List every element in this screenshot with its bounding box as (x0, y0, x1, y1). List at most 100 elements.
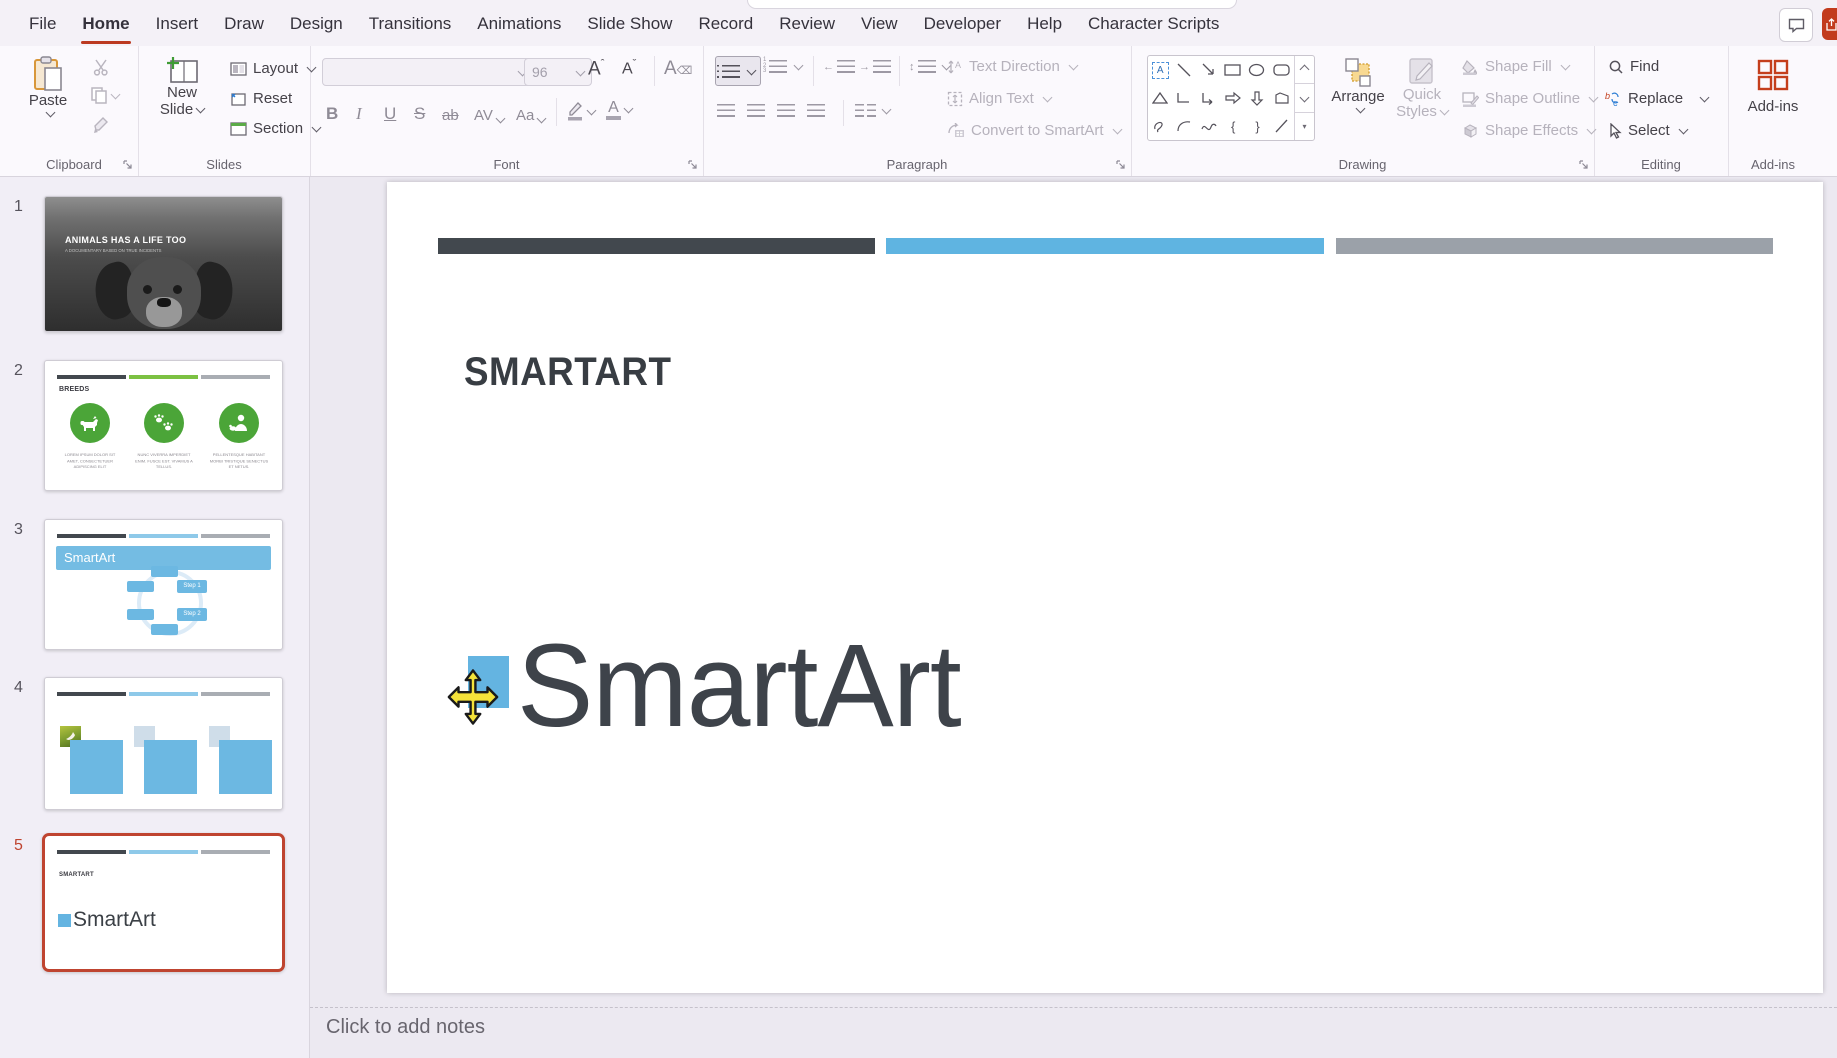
tab-view[interactable]: View (848, 0, 911, 46)
font-color-button[interactable]: A (606, 100, 632, 120)
shape-line-icon[interactable] (1172, 56, 1196, 84)
bold-button[interactable]: B (326, 100, 338, 124)
shape-outline-button[interactable]: Shape Outline (1461, 90, 1597, 107)
strikethrough-button[interactable]: S (414, 100, 425, 124)
shape-textbox-icon[interactable]: A (1148, 56, 1172, 84)
font-name-combobox[interactable] (322, 58, 534, 86)
section-button[interactable]: Section (230, 120, 320, 137)
font-size-combobox[interactable]: 96 (524, 58, 592, 86)
slide-body-text[interactable]: SmartArt (517, 622, 961, 752)
increase-font-size-button[interactable]: Aˆ (588, 58, 604, 80)
shape-triangle-icon[interactable] (1148, 84, 1172, 112)
find-button[interactable]: Find (1608, 58, 1659, 75)
layout-button[interactable]: Layout (230, 60, 315, 77)
clipboard-dialog-launcher[interactable] (122, 159, 133, 170)
shape-down-arrow-icon[interactable] (1245, 84, 1269, 112)
top-bar-blue[interactable] (886, 238, 1324, 254)
shape-curve-icon[interactable] (1197, 112, 1221, 140)
convert-to-smartart-button[interactable]: Convert to SmartArt (947, 122, 1121, 139)
shape-line2-icon[interactable] (1270, 112, 1294, 140)
increase-indent-button[interactable]: → (859, 60, 891, 73)
reset-button[interactable]: Reset (230, 90, 292, 107)
drawing-dialog-launcher[interactable] (1578, 159, 1589, 170)
shape-scribble-icon[interactable] (1148, 112, 1172, 140)
shape-effects-button[interactable]: Shape Effects (1461, 122, 1595, 139)
top-bar-dark[interactable] (438, 238, 875, 254)
arrange-button[interactable]: Arrange (1327, 56, 1389, 114)
slide-4-thumbnail[interactable] (44, 677, 283, 810)
shape-right-brace-icon[interactable]: } (1245, 112, 1269, 140)
shapes-scroll-down-button[interactable] (1295, 83, 1314, 111)
columns-button[interactable] (855, 104, 890, 117)
notes-separator[interactable] (310, 1007, 1837, 1008)
shape-elbow-arrow-icon[interactable] (1197, 84, 1221, 112)
tab-record[interactable]: Record (685, 0, 766, 46)
tab-slide-show[interactable]: Slide Show (574, 0, 685, 46)
cut-button[interactable] (92, 58, 110, 76)
slide-title-text[interactable]: SMARTART (464, 350, 671, 395)
line-spacing-button[interactable]: ↕ (909, 60, 950, 73)
change-case-button[interactable]: Aa (516, 100, 545, 124)
comments-button[interactable] (1779, 8, 1813, 42)
new-slide-button[interactable]: New Slide (152, 56, 212, 118)
select-button[interactable]: Select (1608, 122, 1687, 139)
slide-1-thumbnail[interactable]: ANIMALS HAS A LIFE TOO A DOCUMENTARY BAS… (44, 196, 283, 332)
quick-styles-button[interactable]: Quick Styles (1393, 56, 1451, 120)
shape-elbow-icon[interactable] (1172, 84, 1196, 112)
slide-5-thumbnail-selected[interactable]: SMARTART SmartArt (42, 833, 285, 972)
tab-draw[interactable]: Draw (211, 0, 277, 46)
tab-character-scripts[interactable]: Character Scripts (1075, 0, 1232, 46)
numbering-chevron[interactable] (794, 61, 804, 71)
shape-arrow-icon[interactable] (1197, 56, 1221, 84)
tab-developer[interactable]: Developer (911, 0, 1015, 46)
paragraph-dialog-launcher[interactable] (1115, 159, 1126, 170)
slide-2-thumbnail[interactable]: BREEDS LOREM IPSUM DOLOR SIT AMET, CONSE… (44, 360, 283, 491)
clear-formatting-button[interactable]: A⌫ (664, 58, 692, 80)
format-painter-button[interactable] (92, 116, 110, 134)
copy-dropdown-chevron[interactable] (111, 89, 121, 99)
tab-file[interactable]: File (16, 0, 69, 46)
shape-rectangle-icon[interactable] (1221, 56, 1245, 84)
shape-arc-icon[interactable] (1172, 112, 1196, 140)
replace-chevron[interactable] (1700, 93, 1710, 103)
paste-dropdown-chevron[interactable] (45, 108, 55, 118)
text-direction-button[interactable]: A Text Direction (947, 58, 1077, 75)
paste-button[interactable]: Paste (24, 56, 72, 118)
shape-right-arrow-icon[interactable] (1221, 84, 1245, 112)
tab-home[interactable]: Home (69, 0, 142, 46)
shape-fill-button[interactable]: Shape Fill (1461, 58, 1569, 75)
slide-3-thumbnail[interactable]: SmartArt Step 1 Step 2 (44, 519, 283, 650)
addins-button[interactable]: Add-ins (1742, 58, 1804, 115)
tab-design[interactable]: Design (277, 0, 356, 46)
decrease-indent-button[interactable]: ← (823, 60, 855, 73)
tab-help[interactable]: Help (1014, 0, 1075, 46)
bullets-chevron[interactable] (746, 65, 756, 75)
share-button[interactable] (1822, 8, 1837, 40)
copy-button[interactable] (90, 86, 119, 104)
shapes-scroll-up-button[interactable] (1295, 56, 1314, 83)
slide-editing-canvas[interactable]: SMARTART SmartArt (387, 182, 1823, 993)
align-text-button[interactable]: Align Text (947, 90, 1051, 107)
notes-placeholder[interactable]: Click to add notes (326, 1016, 485, 1039)
tab-insert[interactable]: Insert (143, 0, 212, 46)
character-spacing-button[interactable]: AV (474, 100, 504, 124)
shape-oval-icon[interactable] (1245, 56, 1269, 84)
shape-left-brace-icon[interactable]: { (1221, 112, 1245, 140)
strikethrough-ab-button[interactable]: ab (442, 100, 459, 124)
top-bar-gray[interactable] (1336, 238, 1773, 254)
tab-animations[interactable]: Animations (464, 0, 574, 46)
tab-transitions[interactable]: Transitions (356, 0, 465, 46)
font-size-chevron[interactable] (576, 66, 586, 76)
shape-rounded-rectangle-icon[interactable] (1270, 56, 1294, 84)
decrease-font-size-button[interactable]: Aˇ (622, 58, 636, 78)
align-left-button[interactable] (717, 104, 735, 117)
justify-button[interactable] (807, 104, 825, 117)
text-highlight-button[interactable] (566, 100, 595, 122)
font-dialog-launcher[interactable] (687, 159, 698, 170)
shapes-gallery-expand-button[interactable]: ▾ (1295, 112, 1314, 140)
italic-button[interactable]: I (356, 100, 362, 124)
align-center-button[interactable] (747, 104, 765, 117)
underline-button[interactable]: U (384, 100, 396, 124)
numbering-button[interactable]: 123 (769, 60, 802, 73)
replace-button[interactable]: bc Replace (1604, 90, 1708, 107)
